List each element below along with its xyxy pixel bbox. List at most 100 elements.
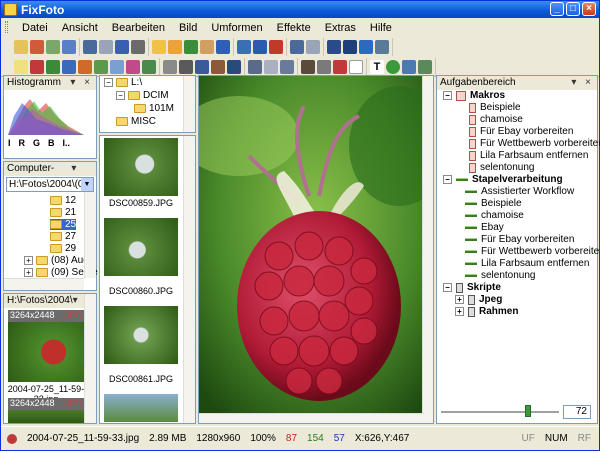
collapse-icon[interactable]: − [104,78,113,87]
batch-item[interactable]: selentonung [465,270,536,281]
tree-root[interactable]: − L:\ [104,77,142,88]
tool-icon-10[interactable] [62,59,76,74]
folder-29[interactable]: 29 [50,243,76,254]
tool-icon-21[interactable] [248,59,262,74]
tool-icon-7[interactable] [359,40,373,54]
folder-12[interactable]: 12 [50,195,76,206]
tool-icon-25[interactable] [333,59,347,74]
maximize-button[interactable]: □ [566,2,580,16]
undo-icon[interactable] [290,40,304,54]
batch-item[interactable]: Beispiele [465,198,522,209]
batch-item[interactable]: chamoise [465,210,524,221]
section-makros[interactable]: − Makros [443,90,505,101]
close-image-icon[interactable] [269,40,283,54]
crop-icon[interactable] [237,40,251,54]
view-icon-3[interactable] [184,40,198,54]
menu-umformen[interactable]: Umformen [204,22,269,34]
macro-item[interactable]: Für Wettbewerb vorbereiten [469,138,600,149]
tool-icon-17[interactable] [179,59,193,74]
channel-i[interactable]: I [8,138,11,148]
collapse-icon[interactable]: − [443,283,452,292]
expand-icon[interactable]: + [24,268,33,277]
chevron-down-icon[interactable]: ▼ [81,178,93,191]
thumbs-left-scrollbar[interactable] [84,294,96,423]
tree-101m[interactable]: 101M [134,103,174,114]
tool-icon-6[interactable] [343,40,357,54]
channel-more[interactable]: I.. [63,138,71,148]
redo-icon[interactable] [306,40,320,54]
macro-item[interactable]: selentonung [469,162,535,173]
tool-icon-29[interactable] [418,59,432,74]
view-icon-4[interactable] [200,40,214,54]
tool-icon-16[interactable] [163,59,177,74]
view-icon-1[interactable] [152,40,166,54]
channel-g[interactable]: G [33,138,40,148]
tool-icon-23[interactable] [280,59,294,74]
menu-bild[interactable]: Bild [172,22,204,34]
sun-icon[interactable] [14,59,28,74]
collapse-icon[interactable]: − [116,91,125,100]
collapse-icon[interactable]: − [443,175,452,184]
batch-item[interactable]: Für Wettbewerb vorbereiten [465,246,600,257]
thumbs-mid-scrollbar[interactable] [183,136,195,423]
menu-hilfe[interactable]: Hilfe [363,22,399,34]
batch-item[interactable]: Für Ebay vorbereiten [465,234,574,245]
script-jpeg[interactable]: + Jpeg [455,294,502,305]
menu-bearbeiten[interactable]: Bearbeiten [105,22,172,34]
tool-icon-14[interactable] [126,59,140,74]
tool-icon-15[interactable] [142,59,156,74]
tool-icon-24[interactable] [301,59,315,74]
tree-scrollbar[interactable] [183,76,195,132]
tool-icon-5[interactable] [327,40,341,54]
image-canvas[interactable] [198,75,434,424]
tool-icon-3[interactable] [115,40,129,54]
menu-extras[interactable]: Extras [318,22,363,34]
macro-item[interactable]: Lila Farbsaum entfernen [469,150,588,161]
color-icon[interactable] [30,59,44,74]
tool-icon-13[interactable] [110,59,124,74]
expand-icon[interactable]: + [455,307,464,316]
folder-21[interactable]: 21 [50,207,76,218]
tool-icon-28[interactable] [402,59,416,74]
tree-misc[interactable]: MISC [116,116,156,127]
thumbnail-dsc00861[interactable] [104,306,178,364]
channel-b[interactable]: B [48,138,55,148]
tree-dcim[interactable]: − DCIM [116,90,169,101]
tool-icon-19[interactable] [211,59,225,74]
section-skripte[interactable]: − Skripte [443,282,501,293]
batch-item[interactable]: Ebay [465,222,504,233]
dir-vscrollbar[interactable] [84,192,96,278]
collapse-icon[interactable]: − [443,91,452,100]
macro-item[interactable]: Beispiele [469,102,521,113]
tool-icon-26[interactable] [349,59,363,74]
folder-25[interactable]: 25 [50,219,77,230]
canvas-hscrollbar[interactable] [199,413,424,423]
section-stapel[interactable]: − Stapelverarbeitung [443,174,563,185]
tool-icon-18[interactable] [195,59,209,74]
thumbnail-selected[interactable] [8,322,84,382]
menu-effekte[interactable]: Effekte [270,22,318,34]
dir-hscrollbar[interactable] [4,278,84,290]
tool-icon-20[interactable] [227,59,241,74]
folder-27[interactable]: 27 [50,231,76,242]
tool-icon-2[interactable] [99,40,113,54]
minimize-button[interactable]: _ [550,2,564,16]
view-icon-2[interactable] [168,40,182,54]
tool-icon-8[interactable] [375,40,389,54]
channel-r[interactable]: R [19,138,26,148]
thumbnail-next[interactable] [8,410,84,423]
path-combo[interactable]: H:\Fotos\2004\(07) J ▼ [6,177,94,192]
zoom-value-field[interactable]: 72 [563,405,591,419]
thumbnail-dsc00859[interactable] [104,138,178,196]
expand-icon[interactable]: + [24,256,33,265]
macro-item[interactable]: Für Ebay vorbereiten [469,126,573,137]
script-rahmen[interactable]: + Rahmen [455,306,518,317]
pane-controls[interactable]: ▾ × [71,162,96,188]
thumbnail-next-mid[interactable] [104,394,178,422]
open-icon[interactable] [14,40,28,54]
thumbnail-dsc00860[interactable] [104,218,178,276]
delete-icon[interactable] [30,40,44,54]
menu-ansicht[interactable]: Ansicht [55,22,105,34]
tool-icon-1[interactable] [83,40,97,54]
menu-datei[interactable]: Datei [15,22,55,34]
